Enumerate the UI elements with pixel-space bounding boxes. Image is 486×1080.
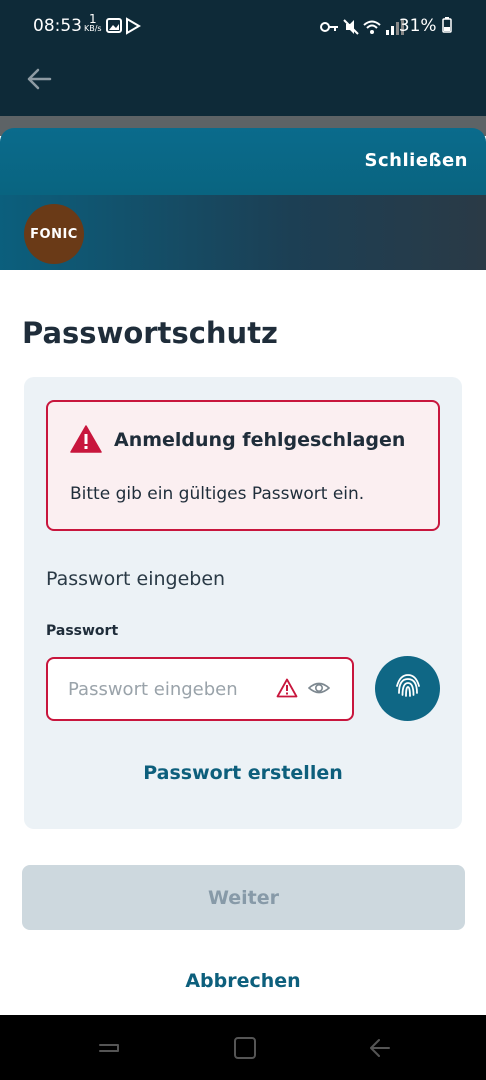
fingerprint-button[interactable] bbox=[375, 656, 440, 721]
network-speed-unit: KB/s bbox=[84, 24, 102, 33]
notification-icons bbox=[106, 17, 142, 39]
sheet-header: Schließen FONIC bbox=[0, 128, 486, 270]
battery-percent: 31% bbox=[398, 16, 437, 36]
home-icon[interactable] bbox=[233, 1035, 257, 1061]
create-password-link[interactable]: Passwort erstellen bbox=[24, 762, 462, 784]
warning-icon bbox=[276, 678, 298, 698]
alert-title: Anmeldung fehlgeschlagen bbox=[114, 429, 406, 451]
alert-message: Bitte gib ein gültiges Passwort ein. bbox=[70, 484, 365, 504]
cancel-link[interactable]: Abbrechen bbox=[0, 970, 486, 992]
app-bar bbox=[0, 52, 486, 116]
password-card: Anmeldung fehlgeschlagen Bitte gib ein g… bbox=[24, 377, 462, 829]
status-time: 08:53 bbox=[33, 16, 82, 36]
battery: 31% bbox=[399, 16, 452, 36]
fingerprint-icon bbox=[394, 673, 422, 705]
system-nav-bar bbox=[0, 1015, 486, 1080]
recent-apps-icon[interactable] bbox=[96, 1035, 122, 1061]
error-alert: Anmeldung fehlgeschlagen Bitte gib ein g… bbox=[46, 400, 440, 531]
password-field bbox=[46, 657, 354, 721]
system-icons bbox=[320, 18, 404, 40]
eye-icon[interactable] bbox=[307, 679, 331, 697]
warning-icon bbox=[70, 425, 102, 453]
password-label: Passwort bbox=[46, 623, 119, 639]
fonic-logo: FONIC bbox=[24, 204, 84, 264]
close-button[interactable]: Schließen bbox=[365, 150, 468, 171]
section-label: Passwort eingeben bbox=[46, 568, 226, 590]
status-bar: 08:53 1 KB/s 31% bbox=[0, 0, 486, 52]
page-title: Passwortschutz bbox=[22, 316, 278, 350]
back-arrow-icon[interactable] bbox=[24, 64, 54, 94]
network-speed: 1 KB/s bbox=[84, 12, 102, 33]
password-input[interactable] bbox=[68, 675, 258, 703]
network-speed-value: 1 bbox=[88, 12, 97, 26]
back-nav-icon[interactable] bbox=[367, 1035, 393, 1061]
continue-button[interactable]: Weiter bbox=[22, 865, 465, 930]
